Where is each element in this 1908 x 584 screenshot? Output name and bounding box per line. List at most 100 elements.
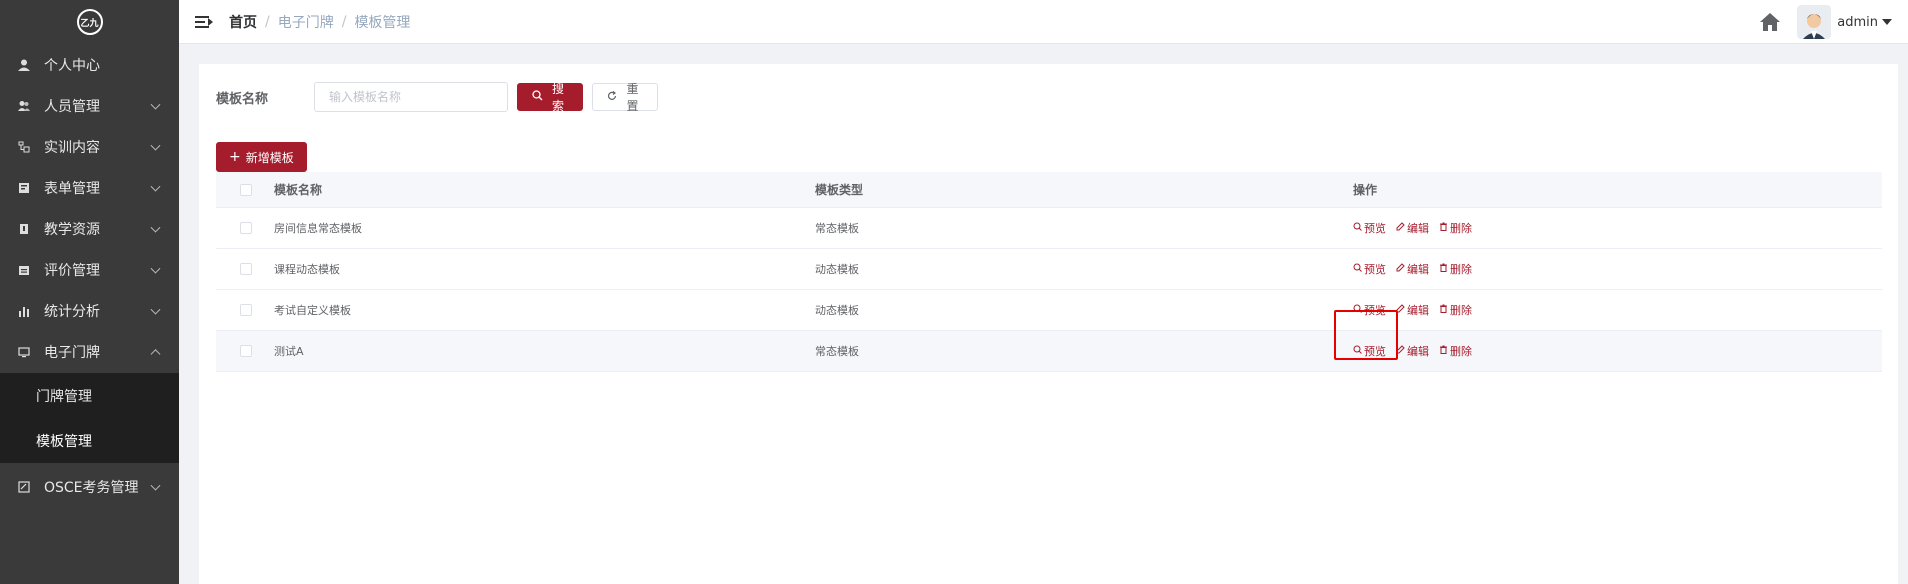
cell-type: 常态模板 (815, 345, 859, 358)
submenu-item-doorplate-management[interactable]: 门牌管理 (0, 373, 179, 418)
chevron-down-icon (150, 480, 161, 491)
edit-label: 编辑 (1407, 345, 1429, 358)
cell-type: 动态模板 (815, 263, 859, 276)
edit-label: 编辑 (1407, 304, 1429, 317)
breadcrumb-home[interactable]: 首页 (229, 12, 257, 32)
book-icon (18, 223, 30, 235)
exam-icon (18, 480, 30, 493)
form-icon (18, 182, 30, 194)
sidebar-item-personal-center[interactable]: 个人中心 (0, 44, 179, 85)
preview-link[interactable]: 预览 (1353, 343, 1386, 359)
preview-label: 预览 (1364, 222, 1386, 235)
sidebar-item-forms[interactable]: 表单管理 (0, 167, 179, 208)
top-navbar: 首页 / 电子门牌 / 模板管理 admin (179, 0, 1908, 44)
edit-icon (1396, 263, 1405, 275)
sidebar-item-label: 教学资源 (44, 221, 100, 238)
edit-icon (1396, 222, 1405, 234)
sidebar-item-label: 个人中心 (44, 57, 100, 74)
content-card: 模板名称 搜索 重置 + 新增模板 模板名称 模板 (199, 64, 1898, 584)
sidebar-item-training[interactable]: 实训内容 (0, 126, 179, 167)
select-all-checkbox[interactable] (240, 183, 252, 196)
sidebar-item-label: 统计分析 (44, 303, 100, 320)
main-content: 模板名称 搜索 重置 + 新增模板 模板名称 模板 (179, 44, 1908, 584)
chevron-down-icon (150, 222, 161, 233)
breadcrumb-separator: / (341, 13, 347, 30)
trash-icon (1439, 345, 1448, 357)
search-icon (1353, 345, 1362, 357)
avatar[interactable] (1797, 5, 1832, 39)
preview-link[interactable]: 预览 (1353, 261, 1386, 277)
edit-link[interactable]: 编辑 (1396, 302, 1429, 318)
delete-link[interactable]: 删除 (1439, 343, 1472, 359)
logo[interactable]: 乙九 (0, 0, 179, 44)
sidebar-item-statistics[interactable]: 统计分析 (0, 290, 179, 331)
bar-chart-icon (18, 305, 30, 317)
preview-label: 预览 (1364, 263, 1386, 276)
trash-icon (1439, 222, 1448, 234)
evaluation-icon (18, 264, 30, 276)
sidebar-item-evaluation[interactable]: 评价管理 (0, 249, 179, 290)
sidebar-item-label: 实训内容 (44, 139, 100, 156)
delete-link[interactable]: 删除 (1439, 302, 1472, 318)
table-row: 测试A 常态模板 预览 编辑 删除 (216, 331, 1882, 372)
cell-name: 房间信息常态模板 (274, 222, 362, 235)
sidebar-item-e-doorplate[interactable]: 电子门牌 (0, 331, 179, 373)
hamburger-menu-icon[interactable] (195, 15, 213, 29)
row-checkbox[interactable] (240, 304, 252, 316)
chevron-down-icon (150, 263, 161, 274)
template-table: 模板名称 模板类型 操作 房间信息常态模板 常态模板 预览 编辑 删除 课程动态… (216, 172, 1882, 372)
table-row: 课程动态模板 动态模板 预览 编辑 删除 (216, 249, 1882, 290)
search-button-label: 搜索 (551, 82, 564, 113)
cell-type: 常态模板 (815, 222, 859, 235)
cell-name: 课程动态模板 (274, 263, 340, 276)
preview-link[interactable]: 预览 (1353, 220, 1386, 236)
search-form: 模板名称 搜索 重置 (216, 82, 658, 113)
refresh-icon (607, 90, 617, 104)
chevron-up-icon (150, 349, 161, 360)
preview-label: 预览 (1364, 304, 1386, 317)
table-row: 房间信息常态模板 常态模板 预览 编辑 删除 (216, 208, 1882, 249)
chevron-down-icon (150, 181, 161, 192)
sidebar-item-staff[interactable]: 人员管理 (0, 85, 179, 126)
add-template-button[interactable]: + 新增模板 (216, 142, 307, 172)
sidebar-item-label: OSCE考务管理 (44, 479, 139, 496)
table-header: 模板名称 模板类型 操作 (216, 172, 1882, 208)
trash-icon (1439, 304, 1448, 316)
row-checkbox[interactable] (240, 222, 252, 234)
trash-icon (1439, 263, 1448, 275)
edit-link[interactable]: 编辑 (1396, 220, 1429, 236)
search-button[interactable]: 搜索 (517, 82, 583, 113)
submenu-e-doorplate: 门牌管理 模板管理 (0, 373, 179, 463)
search-icon (532, 90, 543, 104)
delete-link[interactable]: 删除 (1439, 220, 1472, 236)
caret-down-icon[interactable] (1882, 19, 1892, 25)
preview-label: 预览 (1364, 345, 1386, 358)
sidebar-item-label: 人员管理 (44, 98, 100, 115)
edit-label: 编辑 (1407, 263, 1429, 276)
sidebar-item-osce[interactable]: OSCE考务管理 (0, 463, 179, 510)
template-name-input[interactable] (314, 82, 508, 112)
sidebar-item-teaching-resources[interactable]: 教学资源 (0, 208, 179, 249)
header-type: 模板类型 (815, 183, 864, 197)
delete-label: 删除 (1450, 345, 1472, 358)
plus-icon: + (229, 149, 241, 165)
edit-icon (1396, 304, 1405, 316)
row-checkbox[interactable] (240, 263, 252, 275)
username[interactable]: admin (1837, 15, 1878, 30)
edit-link[interactable]: 编辑 (1396, 343, 1429, 359)
top-right-area: admin (1759, 0, 1892, 44)
delete-label: 删除 (1450, 263, 1472, 276)
reset-button-label: 重置 (626, 82, 639, 113)
delete-link[interactable]: 删除 (1439, 261, 1472, 277)
home-icon[interactable] (1759, 11, 1781, 33)
search-icon (1353, 263, 1362, 275)
breadcrumb-separator: / (265, 13, 270, 30)
submenu-item-template-management[interactable]: 模板管理 (0, 418, 179, 463)
reset-button[interactable]: 重置 (592, 82, 658, 113)
cell-type: 动态模板 (815, 304, 859, 317)
edit-link[interactable]: 编辑 (1396, 261, 1429, 277)
row-checkbox[interactable] (240, 345, 252, 357)
sidebar-item-label: 表单管理 (44, 180, 100, 197)
preview-link[interactable]: 预览 (1353, 302, 1386, 318)
search-icon (1353, 304, 1362, 316)
